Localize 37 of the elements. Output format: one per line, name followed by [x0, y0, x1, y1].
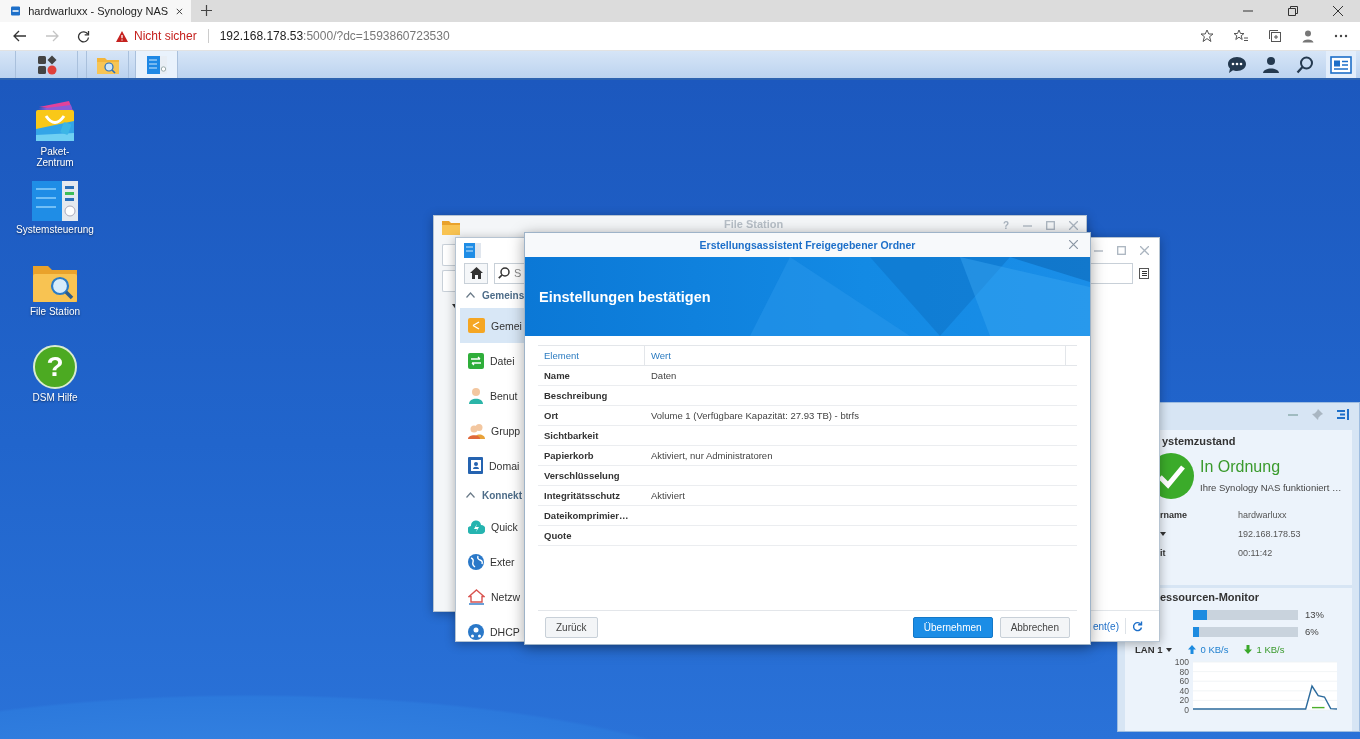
setting-name: Quote — [543, 530, 573, 541]
axis-tick-label: 100 — [1174, 658, 1189, 668]
item-count: ent(e) — [1092, 620, 1119, 632]
usage-reading: 13% — [1305, 609, 1324, 621]
info-value: 00:11:42 — [1238, 547, 1273, 558]
window-title: File Station — [724, 218, 784, 230]
dialog-heading: Einstellungen bestätigen — [539, 288, 711, 305]
download-rate: 1 KB/s — [1256, 644, 1285, 656]
info-value: hardwarluxx — [1238, 509, 1287, 520]
dialog-title: Erstellungsassistent Freigegebener Ordner — [699, 239, 916, 251]
health-message: Ihre Synology NAS funktioniert … — [1200, 482, 1342, 494]
widget-title: ystemzustand — [1161, 434, 1237, 447]
setting-name: Papierkorb — [543, 450, 595, 461]
setting-name: Name — [543, 370, 571, 381]
axis-tick-label: 0 — [1184, 705, 1189, 716]
info-label: it — [1160, 547, 1166, 558]
tab-title: hardwarluxx - Synology NAS — [28, 5, 169, 17]
setting-value: Volume 1 (Verfügbare Kapazität: 27.93 TB) - btrfs — [650, 410, 859, 421]
axis-tick-label: 80 — [1179, 666, 1189, 677]
axis-tick-label: 20 — [1179, 695, 1189, 706]
setting-name: Beschreibung — [543, 390, 609, 401]
info-label: rname — [1160, 509, 1187, 520]
setting-name: Verschlüsselung — [543, 470, 621, 481]
info-value: 192.168.178.53 — [1238, 528, 1301, 539]
setting-value: Daten — [650, 370, 677, 381]
axis-tick-label: 40 — [1179, 686, 1189, 697]
health-status: In Ordnung — [1200, 458, 1282, 477]
setting-name: Dateikomprimier… — [543, 510, 630, 521]
widget-title: essourcen-Monitor — [1159, 591, 1260, 604]
axis-tick-label: 60 — [1179, 676, 1189, 687]
upload-rate: 0 KB/s — [1200, 644, 1229, 656]
setting-name: Ort — [543, 410, 560, 421]
setting-value: Aktiviert — [650, 490, 685, 501]
setting-name: Sichtbarkeit — [543, 430, 600, 441]
setting-value: Aktiviert, nur Administratoren — [650, 450, 773, 461]
usage-reading: 6% — [1305, 626, 1319, 638]
setting-name: Integritätsschutz — [543, 490, 621, 501]
